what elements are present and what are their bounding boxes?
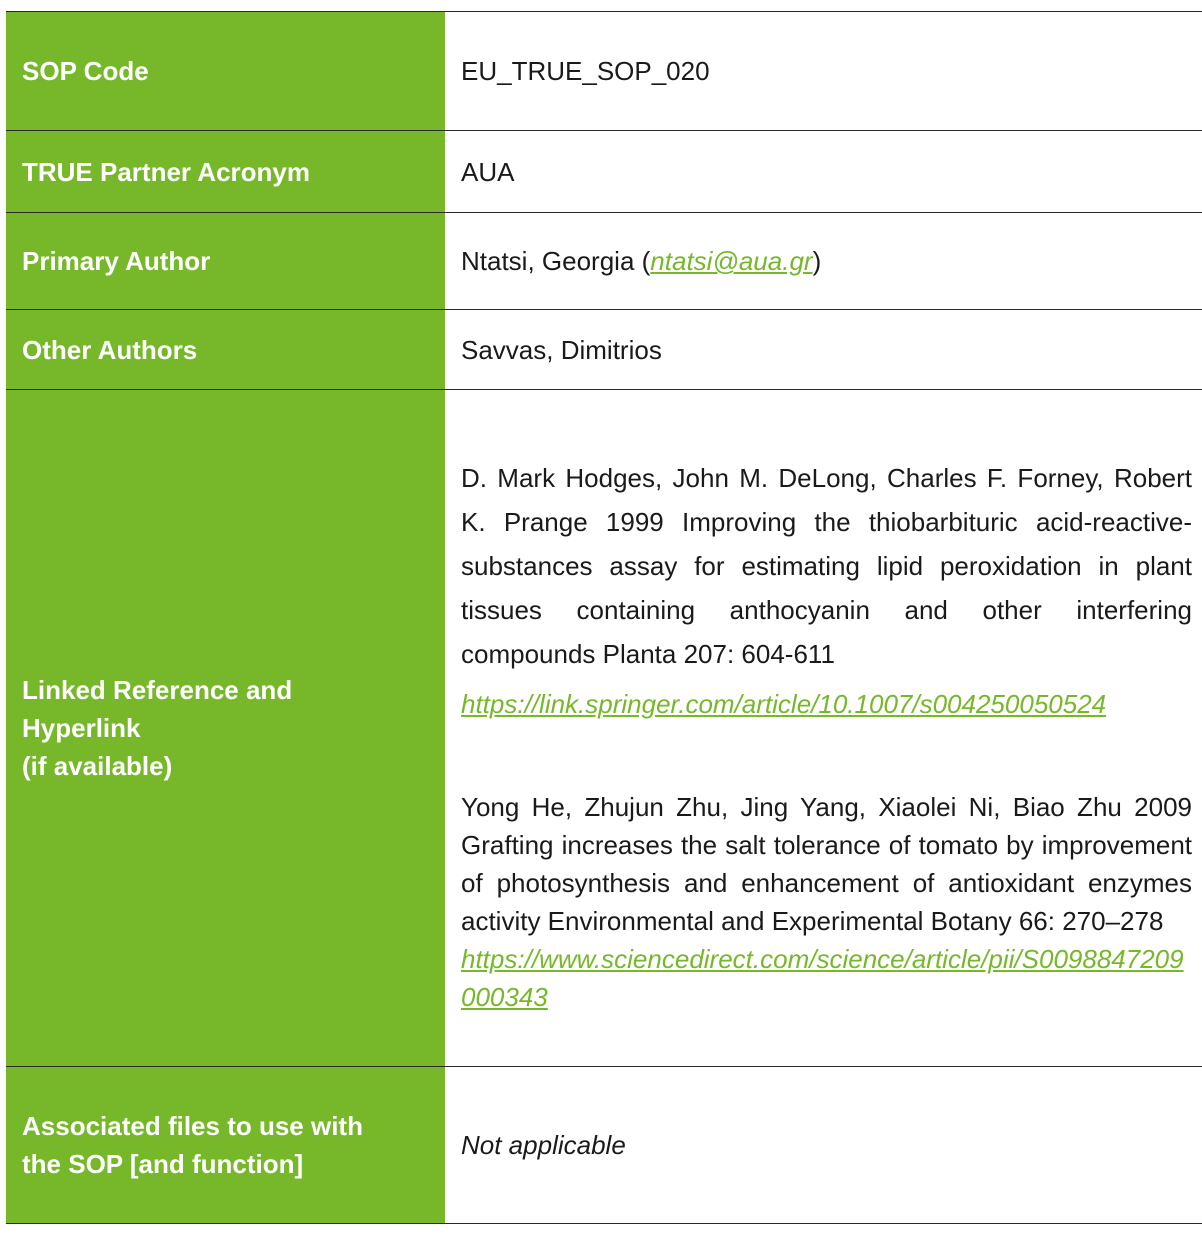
primary-author-email-link[interactable]: ntatsi@aua.gr	[650, 246, 812, 276]
reference-1-link[interactable]: https://link.springer.com/article/10.100…	[461, 689, 1106, 719]
linked-reference-label-line1: Linked Reference and	[22, 675, 293, 705]
sop-code-value: EU_TRUE_SOP_020	[445, 11, 1202, 131]
reference-2-citation: Yong He, Zhujun Zhu, Jing Yang, Xiaolei …	[461, 792, 1192, 936]
other-authors-label: Other Authors	[6, 309, 445, 390]
associated-files-label: Associated files to use with the SOP [an…	[6, 1066, 445, 1224]
table-row-partner: TRUE Partner Acronym AUA	[6, 130, 1202, 213]
table-row-linked-reference: Linked Reference and Hyperlink (if avail…	[6, 389, 1202, 1067]
table-row-sop-code: SOP Code EU_TRUE_SOP_020	[6, 11, 1202, 131]
table-row-other-authors: Other Authors Savvas, Dimitrios	[6, 309, 1202, 390]
sop-metadata-table: SOP Code EU_TRUE_SOP_020 TRUE Partner Ac…	[6, 11, 1202, 1224]
primary-author-value: Ntatsi, Georgia (ntatsi@aua.gr)	[445, 212, 1202, 310]
partner-acronym-label: TRUE Partner Acronym	[6, 130, 445, 213]
primary-author-label: Primary Author	[6, 212, 445, 310]
reference-1-citation: D. Mark Hodges, John M. DeLong, Charles …	[461, 463, 1192, 669]
primary-author-close-paren: )	[812, 246, 822, 276]
sop-code-label: SOP Code	[6, 11, 445, 131]
associated-files-value: Not applicable	[445, 1066, 1202, 1224]
reference-2-link[interactable]: https://www.sciencedirect.com/science/ar…	[461, 944, 1184, 1012]
associated-files-label-line1: Associated files to use with	[22, 1111, 363, 1141]
linked-reference-label-line2: Hyperlink	[22, 713, 141, 743]
associated-files-label-line2: the SOP [and function]	[22, 1149, 304, 1179]
table-row-associated-files: Associated files to use with the SOP [an…	[6, 1066, 1202, 1224]
other-authors-value: Savvas, Dimitrios	[445, 309, 1202, 390]
primary-author-name: Ntatsi, Georgia (	[461, 246, 651, 276]
linked-reference-label-line3: (if available)	[22, 751, 173, 781]
partner-acronym-value: AUA	[445, 130, 1202, 213]
linked-reference-value: D. Mark Hodges, John M. DeLong, Charles …	[445, 389, 1202, 1067]
linked-reference-label: Linked Reference and Hyperlink (if avail…	[6, 389, 445, 1067]
table-row-primary-author: Primary Author Ntatsi, Georgia (ntatsi@a…	[6, 212, 1202, 310]
